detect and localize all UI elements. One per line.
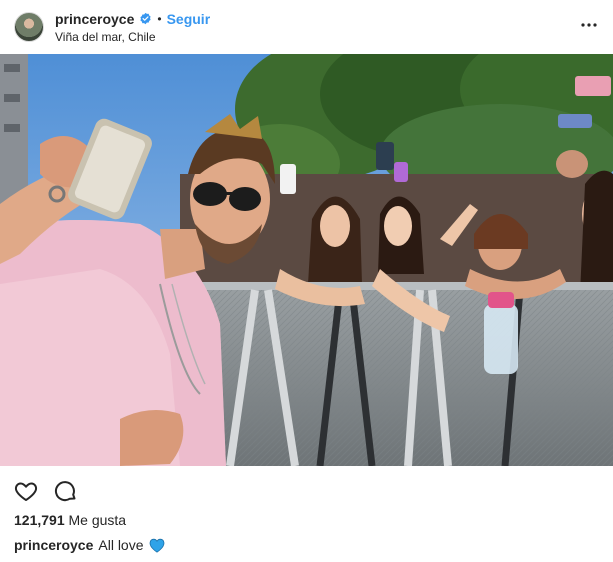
more-options-icon[interactable]	[581, 17, 597, 33]
blue-heart-emoji-icon	[149, 538, 165, 553]
likes-number: 121,791	[14, 512, 65, 528]
likes-count[interactable]: 121,791 Me gusta	[14, 512, 126, 528]
caption-username-link[interactable]: princeroyce	[14, 537, 93, 553]
verified-badge-icon	[139, 12, 152, 25]
comment-bubble-icon[interactable]	[54, 479, 78, 503]
header-username-row: princeroyce • Seguir	[55, 10, 210, 27]
caption-text: All love	[98, 537, 144, 553]
post-header: princeroyce • Seguir Viña del mar, Chile	[0, 0, 613, 54]
action-bar	[14, 478, 94, 504]
follow-button[interactable]: Seguir	[167, 11, 211, 27]
heart-outline-icon[interactable]	[14, 479, 38, 503]
header-text: princeroyce • Seguir Viña del mar, Chile	[55, 10, 210, 45]
separator-dot: •	[157, 11, 162, 26]
instagram-post: princeroyce • Seguir Viña del mar, Chile	[0, 0, 613, 562]
likes-label: Me gusta	[68, 512, 127, 528]
location-link[interactable]: Viña del mar, Chile	[55, 30, 210, 44]
profile-avatar[interactable]	[14, 12, 44, 42]
post-caption: princeroyce All love	[14, 537, 165, 553]
selfie-with-fans-photo	[0, 54, 613, 466]
post-photo[interactable]	[0, 54, 613, 466]
username-link[interactable]: princeroyce	[55, 11, 134, 27]
